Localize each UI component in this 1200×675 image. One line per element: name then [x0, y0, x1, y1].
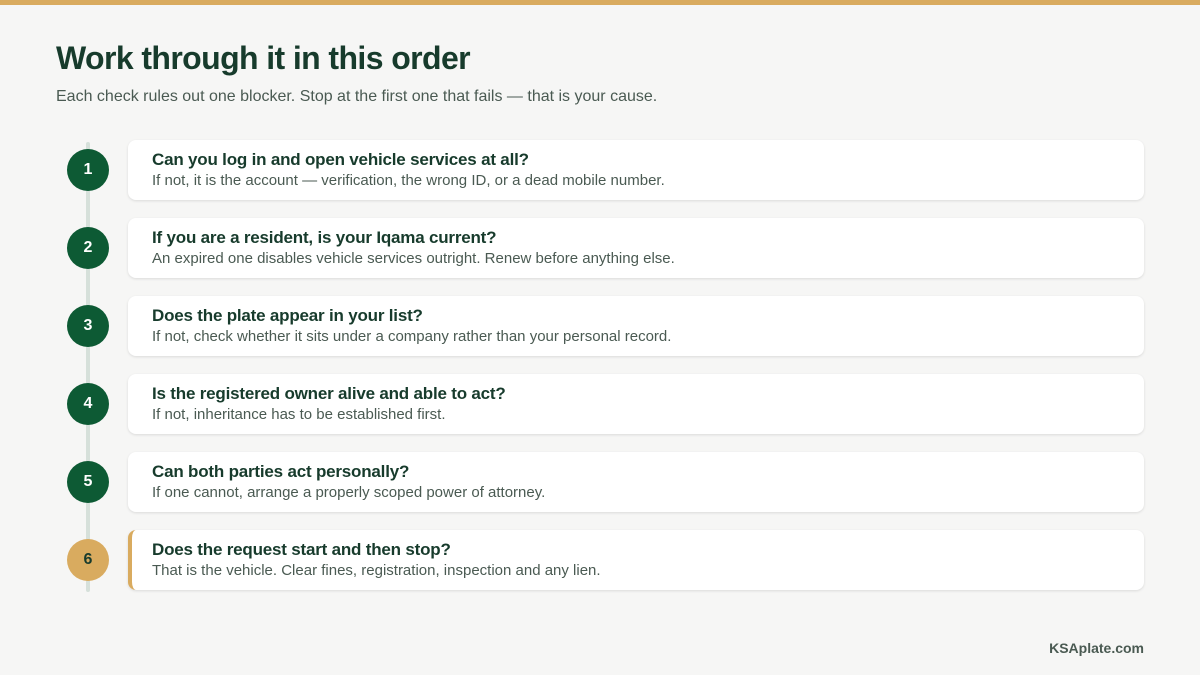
step-card-highlighted: Does the request start and then stop? Th…	[128, 530, 1144, 590]
step-card: If you are a resident, is your Iqama cur…	[128, 218, 1144, 278]
step-question: Can you log in and open vehicle services…	[152, 150, 529, 169]
step-question: Does the plate appear in your list?	[152, 306, 423, 325]
step-card: Can both parties act personally? If one …	[128, 452, 1144, 512]
step-detail: If not, check whether it sits under a co…	[152, 328, 672, 345]
step-detail: An expired one disables vehicle services…	[152, 250, 675, 267]
step-detail: If not, it is the account — verification…	[152, 172, 665, 189]
step-4: 4 Is the registered owner alive and able…	[0, 374, 1200, 434]
step-2: 2 If you are a resident, is your Iqama c…	[0, 218, 1200, 278]
step-card: Can you log in and open vehicle services…	[128, 140, 1144, 200]
step-number-badge: 4	[67, 383, 109, 425]
step-3: 3 Does the plate appear in your list? If…	[0, 296, 1200, 356]
step-1: 1 Can you log in and open vehicle servic…	[0, 140, 1200, 200]
step-card: Is the registered owner alive and able t…	[128, 374, 1144, 434]
step-card: Does the plate appear in your list? If n…	[128, 296, 1144, 356]
top-accent-bar	[0, 0, 1200, 5]
step-number-badge: 5	[67, 461, 109, 503]
step-question: Is the registered owner alive and able t…	[152, 384, 506, 403]
page-title: Work through it in this order	[56, 40, 471, 76]
step-question: If you are a resident, is your Iqama cur…	[152, 228, 497, 247]
brand-footer: KSAplate.com	[1049, 640, 1144, 656]
step-number-badge: 2	[67, 227, 109, 269]
page-subtitle: Each check rules out one blocker. Stop a…	[56, 88, 658, 105]
step-number-badge: 6	[67, 539, 109, 581]
step-number-badge: 3	[67, 305, 109, 347]
step-detail: If one cannot, arrange a properly scoped…	[152, 484, 546, 501]
step-detail: That is the vehicle. Clear fines, regist…	[152, 562, 601, 579]
step-6: 6 Does the request start and then stop? …	[0, 530, 1200, 590]
step-question: Can both parties act personally?	[152, 462, 410, 481]
step-5: 5 Can both parties act personally? If on…	[0, 452, 1200, 512]
step-number-badge: 1	[67, 149, 109, 191]
step-detail: If not, inheritance has to be establishe…	[152, 406, 446, 423]
step-question: Does the request start and then stop?	[152, 540, 451, 559]
timeline-line	[86, 142, 90, 592]
